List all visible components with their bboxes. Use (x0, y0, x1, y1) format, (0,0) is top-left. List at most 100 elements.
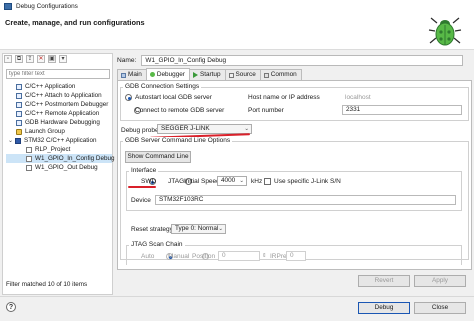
tree-item-stm32-application[interactable]: ⌄ STM32 C/C++ Application (6, 136, 112, 145)
port-input[interactable]: 2331 (342, 105, 462, 115)
swd-label: SWD (141, 178, 157, 185)
name-row: Name: W1_GPIO_In_Config Debug (117, 55, 464, 66)
tree-item-label: C/C++ Postmortem Debugger (25, 101, 109, 108)
position-label: Position (192, 253, 216, 260)
manual-label: Manual (168, 253, 190, 260)
tree-item-gdb-hardware[interactable]: GDB Hardware Debugging (6, 118, 112, 127)
host-label: Host name or IP address (248, 94, 320, 101)
c-gdb-hw-icon (16, 119, 22, 126)
tree-item-w1-gpio-in-config[interactable]: W1_GPIO_In_Config Debug (6, 154, 115, 163)
autostart-radio[interactable] (125, 94, 132, 101)
tab-debugger[interactable]: Debugger (145, 68, 190, 80)
bug-icon (428, 17, 462, 46)
tab-source[interactable]: Source (224, 69, 261, 80)
source-tab-icon (228, 72, 234, 78)
reset-strategy-value: Type 0: Normal (175, 225, 219, 232)
tree-item-c-application[interactable]: C/C++ Application (6, 82, 112, 91)
jtag-scan-chain-title: JTAG Scan Chain (129, 241, 185, 248)
tree-item-label: STM32 C/C++ Application (24, 137, 97, 144)
chevron-down-icon: ⌄ (244, 126, 249, 132)
initial-speed-value: 4000 (221, 177, 236, 184)
remote-label: Connect to remote GDB server (135, 107, 225, 114)
gdb-connection-group (120, 87, 469, 121)
tree-item-label: W1_GPIO_In_Config Debug (35, 155, 115, 162)
interface-title: Interface (129, 167, 159, 174)
jlink-sn-label: Use specific J-Link S/N (274, 178, 341, 185)
new-config-icon[interactable]: ▫ (4, 55, 12, 63)
tree-item-label: C/C++ Remote Application (25, 110, 100, 117)
reset-strategy-label: Reset strategy (131, 226, 173, 233)
gdb-connection-title: GDB Connection Settings (123, 83, 202, 90)
delete-config-icon[interactable]: ✕ (37, 55, 45, 63)
tree-item-c-postmortem[interactable]: C/C++ Postmortem Debugger (6, 100, 112, 109)
debug-button[interactable]: Debug (358, 302, 410, 314)
tab-startup[interactable]: Startup (188, 69, 226, 80)
config-name-input[interactable]: W1_GPIO_In_Config Debug (141, 55, 464, 66)
collapse-all-icon[interactable]: ▣ (48, 55, 56, 63)
tree-item-label: Launch Group (25, 128, 65, 135)
reset-strategy-select[interactable]: Type 0: Normal ⌄ (171, 224, 226, 234)
device-label: Device (131, 197, 151, 204)
port-label: Port number (248, 107, 284, 114)
apply-button[interactable]: Apply (414, 275, 466, 287)
interface-group (126, 171, 462, 211)
host-value: localhost (345, 94, 371, 101)
startup-tab-icon (192, 72, 198, 78)
debug-probe-value: SEGGER J-LINK (161, 125, 210, 132)
tab-main[interactable]: Main (117, 69, 147, 80)
launch-group-icon (16, 128, 22, 135)
autostart-label: Autostart local GDB server (135, 94, 212, 101)
window-title: Debug Configurations (16, 2, 78, 10)
config-tree: C/C++ Application C/C++ Attach to Applic… (6, 82, 115, 172)
filter-icon[interactable]: ▾ (59, 55, 67, 63)
irpre-input[interactable]: 0 (286, 251, 306, 261)
c-postmortem-icon (16, 101, 22, 108)
tree-item-c-remote[interactable]: C/C++ Remote Application (6, 109, 112, 118)
close-button[interactable]: Close (414, 302, 466, 314)
c-remote-icon (16, 110, 22, 117)
app-icon (4, 2, 12, 10)
annotation-underline (128, 186, 156, 188)
filter-status: Filter matched 10 of 10 items (6, 281, 88, 288)
debug-probe-select[interactable]: SEGGER J-LINK ⌄ (157, 124, 252, 134)
main-tab-icon (121, 72, 126, 78)
config-file-icon (26, 164, 32, 171)
device-input[interactable]: STM32F103RC (155, 195, 456, 205)
position-input[interactable]: 0 (218, 251, 260, 261)
initial-speed-label: Initial Speed (184, 178, 220, 185)
tree-item-c-attach[interactable]: C/C++ Attach to Application (6, 91, 112, 100)
jlink-sn-checkbox[interactable] (264, 178, 271, 185)
config-file-icon (26, 155, 32, 162)
irpre-label: IRPre (270, 253, 287, 260)
tab-common[interactable]: Common (259, 69, 302, 80)
tree-item-rlp-project[interactable]: RLP_Project (6, 145, 112, 154)
filter-input[interactable] (6, 69, 110, 79)
tree-item-label: GDB Hardware Debugging (25, 119, 100, 126)
dialog-title: Create, manage, and run configurations (5, 18, 145, 27)
debugger-tab-icon (149, 72, 155, 77)
help-icon[interactable]: ? (6, 302, 16, 312)
tab-label: Debugger (156, 70, 185, 78)
duplicate-config-icon[interactable]: ⧉ (15, 55, 23, 63)
left-toolbar: ▫ ⧉ ⇪ ✕ ▣ ▾ (4, 55, 67, 65)
tree-item-label: RLP_Project (35, 146, 71, 153)
dialog-header: Create, manage, and run configurations (0, 12, 474, 50)
khz-label: kHz (251, 178, 263, 185)
name-label: Name: (117, 57, 137, 64)
config-tabs: Main Debugger Startup Source Common (117, 68, 302, 80)
auto-label: Auto (141, 253, 155, 260)
revert-button[interactable]: Revert (358, 275, 410, 287)
export-config-icon[interactable]: ⇪ (26, 55, 34, 63)
chevron-down-icon[interactable]: ⌄ (8, 137, 14, 144)
tab-label: Main (128, 71, 142, 78)
title-bar: Debug Configurations (0, 0, 474, 12)
tree-item-w1-gpio-out[interactable]: W1_GPIO_Out Debug (6, 163, 112, 172)
initial-speed-select[interactable]: 4000 ⌄ (217, 176, 247, 186)
debug-probe-label: Debug probe (121, 127, 159, 134)
position-spinner-icon[interactable]: ⇕ (262, 253, 267, 259)
debug-configurations-window: Debug Configurations Create, manage, and… (0, 0, 474, 321)
tree-item-launch-group[interactable]: Launch Group (6, 127, 112, 136)
chevron-down-icon: ⌄ (218, 226, 223, 232)
show-command-line-button[interactable]: Show Command Line (125, 151, 191, 163)
jtag-label: JTAG (168, 178, 185, 185)
